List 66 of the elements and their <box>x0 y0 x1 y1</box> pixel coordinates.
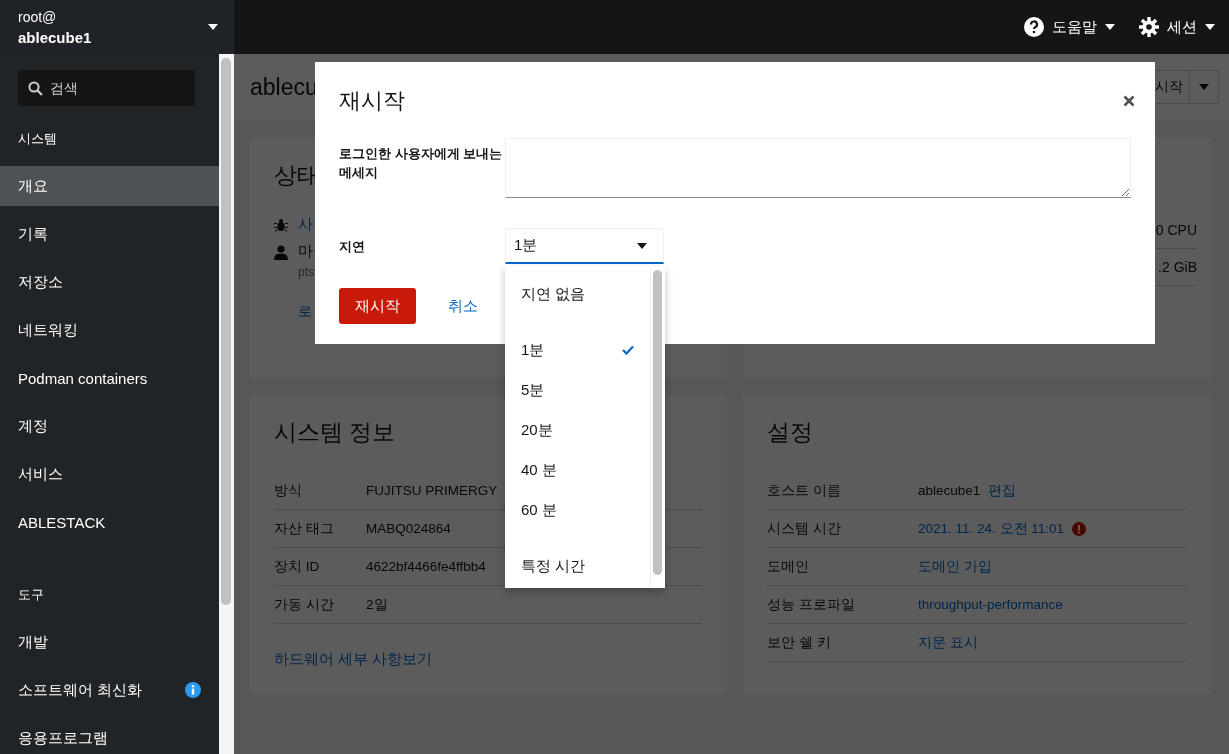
usage-value: 0 CPU <box>1155 222 1197 238</box>
bug-icon <box>274 218 288 232</box>
nav-item[interactable]: 응용프로그램 <box>0 718 219 754</box>
menu-option[interactable]: 60 분 <box>505 490 650 530</box>
menu-option[interactable]: 40 분 <box>505 450 650 490</box>
setting-label: 보안 쉘 키 <box>767 633 832 652</box>
section-title: 시스템 <box>17 130 58 148</box>
nav-item[interactable]: 개요 <box>0 166 219 206</box>
delay-select[interactable]: 1분 <box>505 228 664 264</box>
menu-option[interactable]: 1분 <box>505 330 650 370</box>
caret-icon <box>1205 24 1215 30</box>
close-icon <box>1123 95 1135 107</box>
info-label: 가동 시간 <box>274 595 335 614</box>
info-label: 방식 <box>274 481 303 500</box>
nav-item[interactable]: 개발 <box>0 622 219 662</box>
menu-option[interactable]: 특정 시간 <box>505 546 650 586</box>
card-title: 설정 <box>767 418 813 447</box>
nav-item[interactable]: 서비스 <box>0 454 219 494</box>
card-title: 시스템 정보 <box>274 418 396 447</box>
nav-item[interactable]: 계정 <box>0 406 219 446</box>
host-menu[interactable]: root@ ablecube1 <box>0 0 234 54</box>
nav-item[interactable]: 네트워킹 <box>0 310 219 350</box>
page-title: ablecu <box>250 73 318 101</box>
message-label: 로그인한 사용자에게 보내는 메세지 <box>339 145 504 182</box>
dialog-title: 재시작 <box>339 87 405 115</box>
search-field[interactable]: 검색 <box>18 70 195 106</box>
menu-option[interactable]: 20분 <box>505 410 650 450</box>
nav-item[interactable]: ABLESTACK <box>0 502 219 542</box>
scrollbar-thumb[interactable] <box>221 58 231 605</box>
restart-button[interactable]: 재시작 <box>339 288 416 324</box>
menu-option[interactable]: 5분 <box>505 370 650 410</box>
setting-value: ablecube1 <box>918 483 981 498</box>
info-value: FUJITSU PRIMERGY <box>366 483 498 498</box>
setting-label: 성능 프로파일 <box>767 595 856 614</box>
nav-item[interactable]: Podman containers <box>0 358 219 398</box>
section-title: 도구 <box>17 586 45 604</box>
help-icon <box>1024 17 1044 37</box>
caret-icon <box>1105 24 1115 30</box>
info-value: MABQ024864 <box>366 521 451 536</box>
info-label: 자산 태그 <box>274 519 335 538</box>
usage-value: .2 GiB <box>1158 259 1197 275</box>
setting-label: 시스템 시간 <box>767 519 842 538</box>
caret-icon <box>208 24 218 30</box>
search-icon <box>28 81 43 96</box>
info-value: 2일 <box>366 595 388 614</box>
message-field[interactable] <box>505 138 1131 198</box>
status-text: 마 <box>298 242 314 261</box>
cancel-button[interactable]: 취소 <box>432 290 494 322</box>
caret-icon <box>637 242 647 249</box>
info-value: 4622bf4466fe4ffbb4 <box>366 559 486 574</box>
nav-item[interactable]: 저장소 <box>0 262 219 302</box>
settings-icon <box>1139 17 1159 37</box>
menu-option[interactable]: 지연 없음 <box>505 274 650 314</box>
setting-label: 호스트 이름 <box>767 481 842 500</box>
info-label: 장치 ID <box>274 557 321 576</box>
host-name: ablecube1 <box>18 28 92 46</box>
nav-item[interactable]: 기록 <box>0 214 219 254</box>
user-icon <box>274 245 288 260</box>
top-menu-button[interactable]: 도움말 <box>1020 11 1119 43</box>
setting-label: 도메인 <box>767 557 810 576</box>
caret-icon <box>1199 84 1209 90</box>
user-label: root@ <box>18 8 58 25</box>
nav-item[interactable]: 소프트웨어 최신화 <box>0 670 219 710</box>
scrollbar-thumb[interactable] <box>653 270 662 575</box>
top-menu-button[interactable]: 세션 <box>1135 11 1219 43</box>
delay-label: 지연 <box>339 237 366 256</box>
